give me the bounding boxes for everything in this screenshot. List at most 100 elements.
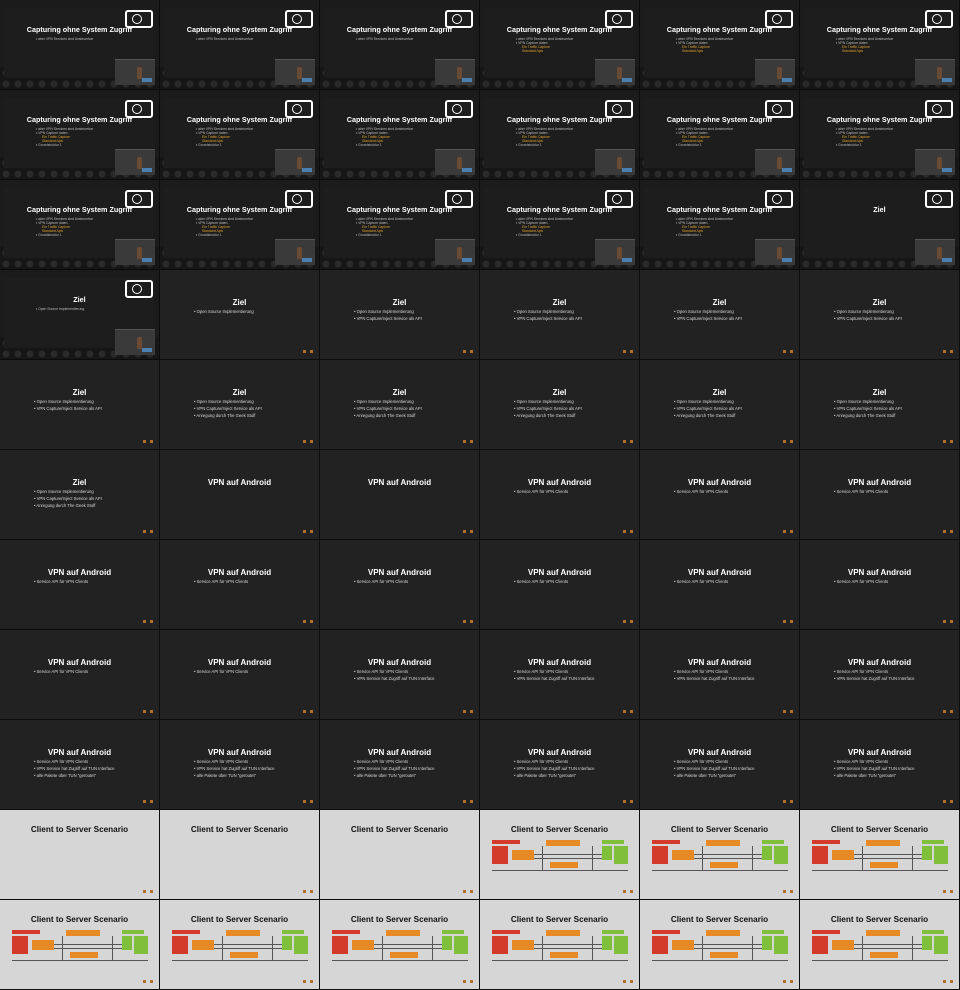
slide-title: Client to Server Scenario: [350, 915, 449, 924]
gateway-box: [922, 936, 932, 950]
diagram-connector: [752, 936, 753, 960]
slide-thumbnail[interactable]: VPN auf Android: [320, 450, 480, 540]
slide-thumbnail[interactable]: Client to Server Scenario: [800, 810, 960, 900]
bullet-list: Service API für VPN Clients: [354, 578, 408, 585]
slide-thumbnail[interactable]: Client to Server Scenario: [800, 900, 960, 990]
bullet-item: Service API für VPN Clients: [514, 758, 594, 765]
slide-thumbnail[interactable]: Capturing ohne System Zugriff aber VPN Se…: [640, 180, 800, 270]
slide-thumbnail[interactable]: VPN auf AndroidService API für VPN Clien…: [640, 630, 800, 720]
bullet-list: Open Source ImplementierungVPN Capture/I…: [354, 398, 422, 419]
slide-thumbnail[interactable]: ZielOpen Source ImplementierungVPN Captu…: [640, 360, 800, 450]
slide-thumbnail[interactable]: VPN auf AndroidService API für VPN Clien…: [800, 450, 960, 540]
slide-thumbnail[interactable]: Capturing ohne System Zugriff aber VPN Se…: [0, 180, 160, 270]
slide-thumbnail[interactable]: Capturing ohne System Zugriff aber VPN Se…: [800, 0, 960, 90]
slide-thumbnail[interactable]: ZielOpen Source ImplementierungVPN Captu…: [800, 270, 960, 360]
slide-thumbnail[interactable]: ZielOpen Source ImplementierungVPN Captu…: [480, 360, 640, 450]
slide-thumbnail[interactable]: VPN auf AndroidService API für VPN Clien…: [480, 630, 640, 720]
diagram-connector: [332, 960, 468, 961]
slide-thumbnail[interactable]: VPN auf AndroidService API für VPN Clien…: [320, 630, 480, 720]
slide-thumbnail[interactable]: Client to Server Scenario: [320, 900, 480, 990]
slide-thumbnail[interactable]: VPN auf AndroidService API für VPN Clien…: [320, 720, 480, 810]
slide-thumbnail[interactable]: VPN auf AndroidService API für VPN Clien…: [800, 540, 960, 630]
slide-thumbnail[interactable]: ZielOpen Source ImplementierungVPN Captu…: [320, 270, 480, 360]
slide-thumbnail[interactable]: ZielOpen Source ImplementierungVPN Captu…: [0, 450, 160, 540]
client-box: [652, 936, 668, 954]
slide-thumbnail[interactable]: ZielOpen Source ImplementierungVPN Captu…: [800, 360, 960, 450]
slide-thumbnail[interactable]: Capturing ohne System Zugriff aber VPN Se…: [320, 90, 480, 180]
slide-thumbnail[interactable]: Capturing ohne System Zugriff aber VPN Se…: [0, 90, 160, 180]
slide-thumbnail[interactable]: Capturing ohne System Zugriff aber VPN Se…: [480, 90, 640, 180]
slide-nav-dots-icon: [303, 710, 313, 713]
app-box: [672, 850, 694, 860]
slide-thumbnail[interactable]: VPN auf AndroidService API für VPN Clien…: [640, 540, 800, 630]
slide-thumbnail[interactable]: ZielOpen Source ImplementierungVPN Captu…: [640, 270, 800, 360]
slide-thumbnail[interactable]: ZielOpen Source ImplementierungVPN Captu…: [160, 360, 320, 450]
slide-thumbnail[interactable]: Client to Server Scenario: [320, 810, 480, 900]
slide-thumbnail[interactable]: Client to Server Scenario: [160, 810, 320, 900]
bullet-list: aber VPN Services sind Ansteuerbar: [36, 37, 93, 41]
slide-title: VPN auf Android: [527, 478, 592, 487]
slide-thumbnail[interactable]: Capturing ohne System Zugriff aber VPN Se…: [480, 180, 640, 270]
slide-thumbnail[interactable]: Capturing ohne System Zugriff aber VPN Se…: [160, 180, 320, 270]
diagram-connector: [62, 936, 63, 960]
slide-title: Ziel: [552, 298, 567, 307]
gateway-box: [762, 936, 772, 950]
client-box: [492, 936, 508, 954]
slide-thumbnail[interactable]: VPN auf AndroidService API für VPN Clien…: [160, 540, 320, 630]
slide-thumbnail[interactable]: ZielOpen Source Implementierung: [0, 270, 160, 360]
bullet-item: Open Source Implementierung: [36, 307, 84, 311]
slide-thumbnail[interactable]: Client to Server Scenario: [0, 900, 160, 990]
slide-thumbnail[interactable]: Capturing ohne System Zugriff aber VPN Se…: [640, 90, 800, 180]
slide-thumbnail[interactable]: ZielOpen Source ImplementierungVPN Captu…: [0, 360, 160, 450]
slide-thumbnail[interactable]: VPN auf AndroidService API für VPN Clien…: [480, 720, 640, 810]
slide-thumbnail[interactable]: VPN auf AndroidService API für VPN Clien…: [480, 450, 640, 540]
bullet-item: Anregung durch The Geek Stuff: [674, 412, 742, 419]
slide-thumbnail[interactable]: VPN auf AndroidService API für VPN Clien…: [320, 540, 480, 630]
slide-thumbnail[interactable]: Client to Server Scenario: [640, 810, 800, 900]
slide-thumbnail[interactable]: VPN auf AndroidService API für VPN Clien…: [160, 720, 320, 810]
slide-thumbnail[interactable]: VPN auf AndroidService API für VPN Clien…: [480, 540, 640, 630]
bullet-item: VPN Capture/Inject Service als API: [834, 315, 902, 322]
slide-nav-dots-icon: [943, 440, 953, 443]
slide-thumbnail[interactable]: Capturing ohne System Zugriff aber VPN Se…: [160, 0, 320, 90]
bullet-item: Service API für VPN Clients: [674, 488, 728, 495]
slide-thumbnail[interactable]: VPN auf AndroidService API für VPN Clien…: [0, 630, 160, 720]
bullet-list: Open Source ImplementierungVPN Capture/I…: [514, 398, 581, 419]
slide-thumbnail[interactable]: Client to Server Scenario: [160, 900, 320, 990]
slide-thumbnail[interactable]: VPN auf AndroidService API für VPN Clien…: [0, 720, 160, 810]
bullet-item: VPN Service hat Zugriff auf TUN Interfac…: [674, 675, 755, 682]
slide-thumbnail[interactable]: VPN auf AndroidService API für VPN Clien…: [800, 720, 960, 810]
slide-thumbnail[interactable]: Capturing ohne System Zugriff aber VPN Se…: [320, 180, 480, 270]
slide-thumbnail[interactable]: Capturing ohne System Zugriff aber VPN Se…: [480, 0, 640, 90]
slide-thumbnail[interactable]: Capturing ohne System Zugriff aber VPN Se…: [800, 90, 960, 180]
slide-thumbnail[interactable]: Capturing ohne System Zugriff aber VPN Se…: [640, 0, 800, 90]
slide-thumbnail[interactable]: Client to Server Scenario: [0, 810, 160, 900]
slide-thumbnail[interactable]: VPN auf AndroidService API für VPN Clien…: [160, 630, 320, 720]
slide-thumbnail[interactable]: Capturing ohne System Zugriff aber VPN Se…: [0, 0, 160, 90]
vpn-service-box: [706, 930, 740, 936]
bullet-item: Open Source Implementierung: [194, 308, 254, 315]
slide-thumbnail[interactable]: VPN auf AndroidService API für VPN Clien…: [640, 450, 800, 540]
slide-thumbnail[interactable]: ZielOpen Source Implementierung: [160, 270, 320, 360]
slide-thumbnail[interactable]: VPN auf AndroidService API für VPN Clien…: [0, 540, 160, 630]
slide-thumbnail[interactable]: Client to Server Scenario: [480, 900, 640, 990]
bullet-list: Open Source ImplementierungVPN Capture/I…: [194, 398, 261, 419]
bullet-item: Service API für VPN Clients: [194, 668, 248, 675]
slide-thumbnail[interactable]: Capturing ohne System Zugriff aber VPN Se…: [320, 0, 480, 90]
slide-thumbnail[interactable]: Client to Server Scenario: [640, 900, 800, 990]
slide-thumbnail[interactable]: Client to Server Scenario: [480, 810, 640, 900]
bullet-item: Anregung durch The Geek Stuff: [354, 412, 422, 419]
slide-thumbnail[interactable]: VPN auf AndroidService API für VPN Clien…: [640, 720, 800, 810]
bullet-list: Service API für VPN ClientsVPN Service h…: [514, 668, 595, 682]
slide-thumbnail[interactable]: ZielOpen Source ImplementierungVPN Captu…: [480, 270, 640, 360]
gateway-box: [922, 846, 932, 860]
slide-thumbnail[interactable]: ZielOpen Source ImplementierungVPN Captu…: [320, 360, 480, 450]
bullet-item: VPN Service hat Zugriff auf TUN Interfac…: [834, 675, 915, 682]
server-box: [934, 936, 948, 954]
slide-title: VPN auf Android: [367, 748, 432, 757]
slide-thumbnail[interactable]: VPN auf AndroidService API für VPN Clien…: [800, 630, 960, 720]
speaker-camera-icon: [915, 239, 955, 265]
slide-thumbnail[interactable]: VPN auf Android: [160, 450, 320, 540]
slide-thumbnail[interactable]: Ziel: [800, 180, 960, 270]
slide-thumbnail[interactable]: Capturing ohne System Zugriff aber VPN Se…: [160, 90, 320, 180]
